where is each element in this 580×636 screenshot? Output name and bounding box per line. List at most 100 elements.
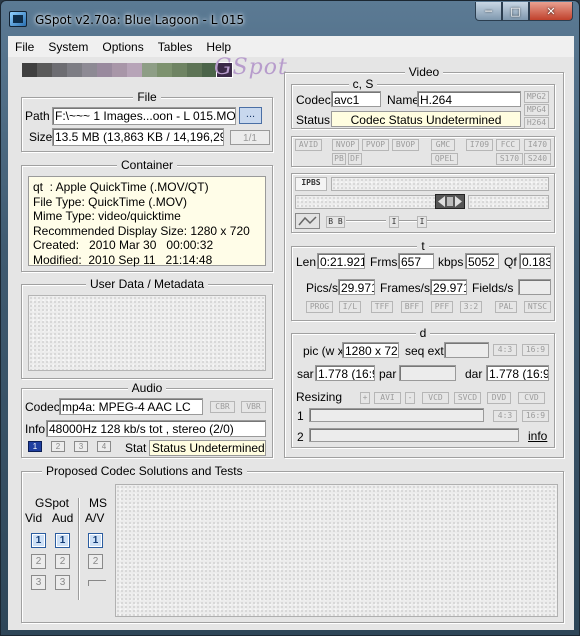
i709-indicator: I709: [466, 139, 493, 151]
size-field: 13.5 MB (13,863 KB / 14,196,295 b: [52, 128, 224, 146]
color-swatch[interactable]: [82, 63, 97, 77]
color-swatch[interactable]: [37, 63, 52, 77]
bff-indicator: BFF: [401, 301, 423, 313]
userdata-area: [28, 295, 266, 371]
color-swatch[interactable]: [127, 63, 142, 77]
i470-indicator: I470: [524, 139, 551, 151]
resize-vcd-button[interactable]: VCD: [422, 392, 449, 404]
aud-solution-2[interactable]: 2: [55, 554, 70, 569]
sar-label: sar: [297, 367, 314, 381]
ntsc-indicator: NTSC: [524, 301, 551, 313]
color-swatch[interactable]: [187, 63, 202, 77]
file-group: File Path F:\~~~ 1 Images...oon - L 015.…: [21, 90, 273, 152]
container-group-title: Container: [116, 158, 178, 172]
audio-stream-3[interactable]: 3: [74, 441, 88, 452]
prog-indicator: PROG: [306, 301, 333, 313]
frames-field: 29.971: [430, 279, 467, 295]
ms-solution-3-indicator: [88, 580, 106, 586]
codec-subgroup-title: c, S: [348, 77, 378, 91]
sync-icon[interactable]: [295, 213, 320, 229]
bb-indicator: B B: [326, 216, 345, 228]
dar-label: dar: [465, 367, 483, 381]
audio-stream-4[interactable]: 4: [97, 441, 111, 452]
resize-plus-button[interactable]: +: [360, 392, 370, 404]
close-button[interactable]: ✕: [529, 2, 573, 21]
gop-strip-left: [295, 195, 437, 209]
audio-group-title: Audio: [127, 381, 167, 395]
seq-ext-field: [444, 342, 489, 358]
gspot-label: GSpot: [35, 496, 70, 510]
kbps-field: 5052: [465, 253, 499, 269]
app-window: GSpot v2.70a: Blue Lagoon - L 015 ─ □ ✕ …: [0, 0, 580, 636]
menu-tables[interactable]: Tables: [151, 40, 200, 54]
browse-button[interactable]: ...: [239, 107, 262, 124]
title-bar[interactable]: GSpot v2.70a: Blue Lagoon - L 015 ─ □ ✕: [1, 1, 579, 35]
gop-position-icon[interactable]: [435, 194, 465, 209]
audio-stream-1[interactable]: 1: [28, 441, 42, 452]
color-swatch[interactable]: [97, 63, 112, 77]
resize-row-2-label: 2: [297, 430, 304, 444]
video-status-label: Status: [296, 113, 331, 127]
vid-solution-1[interactable]: 1: [31, 533, 46, 548]
frames-label: Frames/s: [380, 281, 431, 295]
vid-solution-3[interactable]: 3: [31, 575, 46, 590]
color-swatch[interactable]: [67, 63, 82, 77]
color-swatch[interactable]: [52, 63, 67, 77]
aud-solution-1[interactable]: 1: [55, 533, 70, 548]
path-field[interactable]: F:\~~~ 1 Images...oon - L 015.MOV: [52, 107, 236, 125]
close-icon: ✕: [546, 4, 556, 18]
ms-solution-2[interactable]: 2: [88, 554, 103, 569]
s240-indicator: S240: [524, 153, 551, 165]
resize-svcd-button[interactable]: SVCD: [454, 392, 481, 404]
dimensions-subgroup-title: d: [415, 326, 431, 340]
file-group-title: File: [133, 90, 161, 104]
gop-strip-right: [468, 195, 549, 209]
menu-options[interactable]: Options: [95, 40, 150, 54]
pb-indicator: PB: [332, 153, 346, 165]
color-swatch[interactable]: [172, 63, 187, 77]
h264-indicator: H264: [524, 117, 549, 129]
tff-indicator: TFF: [371, 301, 393, 313]
il-indicator: I/L: [339, 301, 361, 313]
frame-types-indicator: IPBS: [295, 177, 327, 191]
frame-type-strip: [331, 177, 549, 191]
maximize-button[interactable]: □: [502, 2, 529, 21]
dar-field: 1.778 (16:9): [486, 365, 549, 381]
audio-stream-2[interactable]: 2: [51, 441, 65, 452]
menu-help[interactable]: Help: [199, 40, 238, 54]
userdata-group: User Data / Metadata: [21, 277, 273, 379]
resize-avi-button[interactable]: AVI: [374, 392, 401, 404]
video-name-field: H.264: [417, 91, 521, 107]
resize-cvd-button[interactable]: CVD: [518, 392, 545, 404]
pic-field: 1280 x 720: [342, 342, 399, 358]
kbps-label: kbps: [438, 255, 464, 269]
vid-solution-2[interactable]: 2: [31, 554, 46, 569]
aud-solution-3[interactable]: 3: [55, 575, 70, 590]
pvop-indicator: PVOP: [362, 139, 389, 151]
pulldown-indicator: 3:2: [460, 301, 482, 313]
color-swatch[interactable]: [142, 63, 157, 77]
menu-system[interactable]: System: [41, 40, 95, 54]
seq-ext-label: seq ext: [405, 344, 444, 358]
color-swatch[interactable]: [112, 63, 127, 77]
minimize-button[interactable]: ─: [475, 2, 502, 21]
pff-indicator: PFF: [431, 301, 453, 313]
menu-bar: File System Options Tables Help: [8, 36, 574, 57]
fields-field: [518, 279, 551, 295]
info-link[interactable]: info: [528, 429, 547, 443]
resize-row1-4-3: 4:3: [493, 410, 517, 422]
resize-dvd-button[interactable]: DVD: [487, 392, 511, 404]
color-swatch[interactable]: [157, 63, 172, 77]
pal-indicator: PAL: [495, 301, 517, 313]
par-label: par: [379, 367, 397, 381]
menu-file[interactable]: File: [8, 40, 41, 54]
userdata-group-title: User Data / Metadata: [85, 277, 209, 291]
resize-row-1-label: 1: [297, 409, 304, 423]
color-swatch[interactable]: [22, 63, 37, 77]
ms-solution-1[interactable]: 1: [88, 533, 103, 548]
maximize-icon: □: [510, 4, 521, 18]
minimize-icon: ─: [485, 4, 492, 18]
len-field: 0:21.921: [317, 253, 365, 269]
av-label: A/V: [85, 511, 105, 525]
resize-minus-button[interactable]: -: [405, 392, 415, 404]
